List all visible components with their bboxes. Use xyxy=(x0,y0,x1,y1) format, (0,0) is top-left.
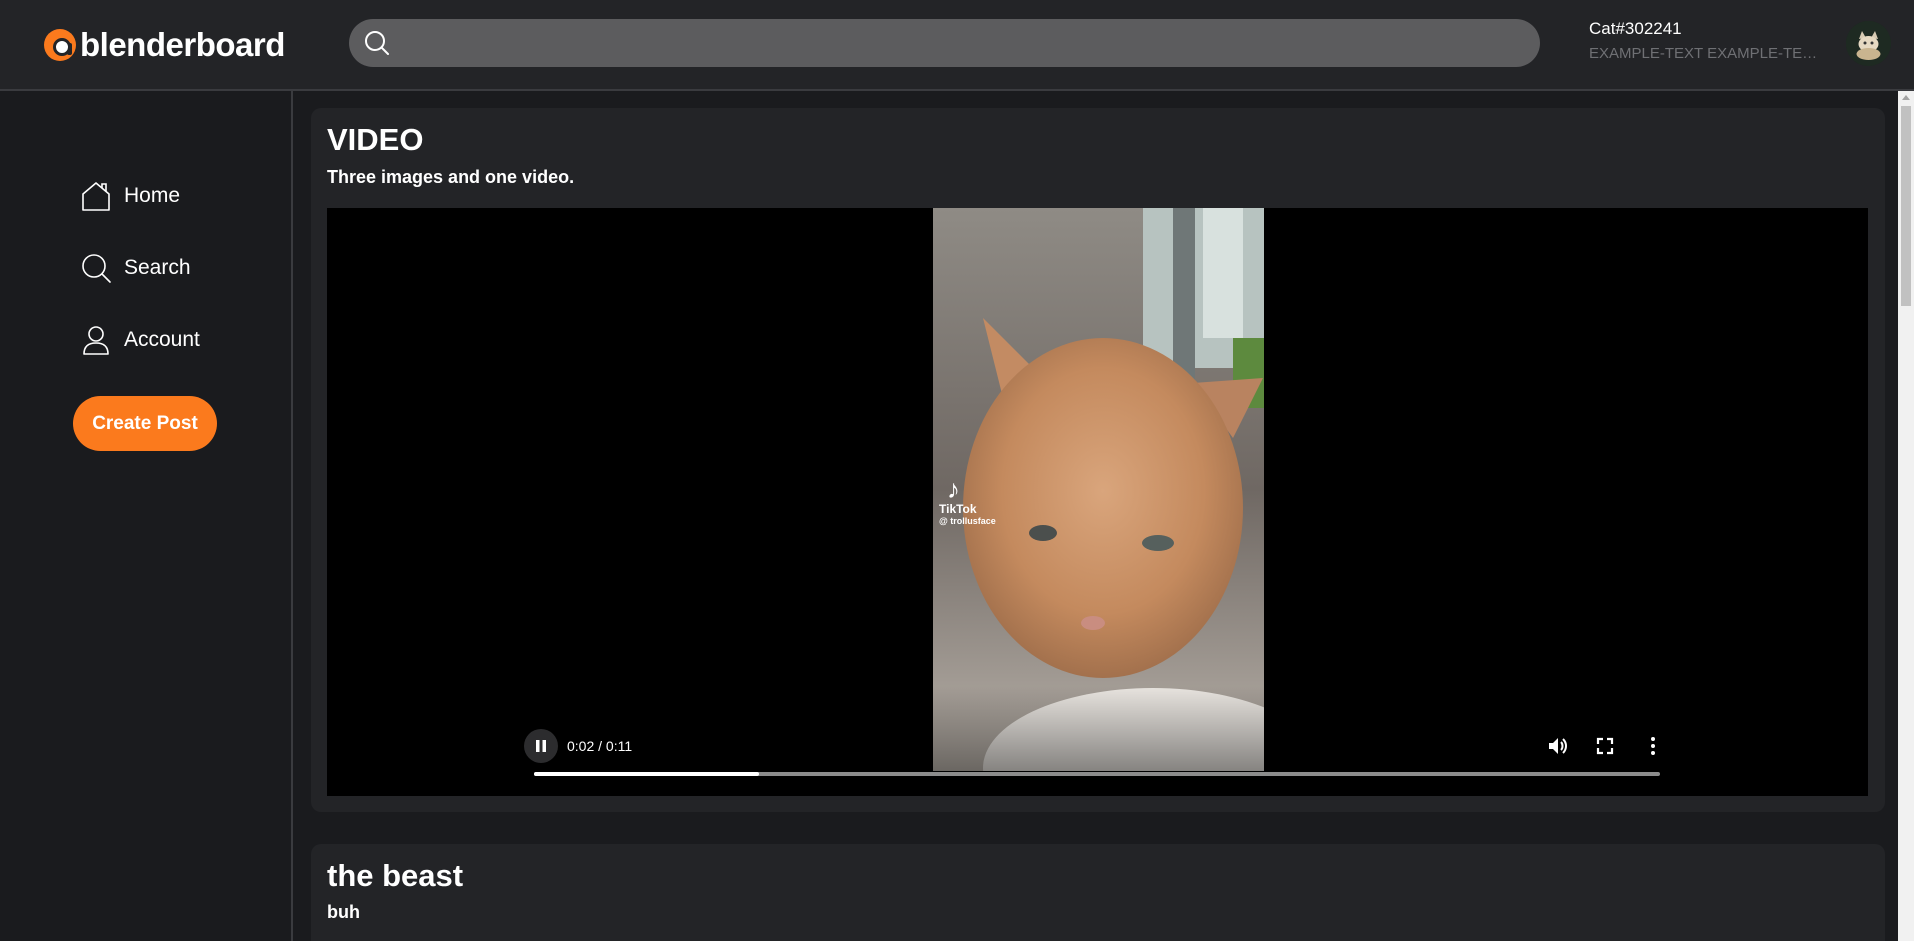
search-input[interactable] xyxy=(405,19,1525,67)
search-icon xyxy=(80,252,112,284)
user-name: Cat#302241 xyxy=(1589,19,1682,38)
controls-overlay xyxy=(327,686,1868,796)
sidebar-item-account[interactable]: Account xyxy=(80,320,200,360)
post-card: the beast buh xyxy=(311,844,1885,941)
watermark-handle: @ trollusface xyxy=(939,516,996,526)
volume-icon[interactable] xyxy=(1545,734,1569,758)
watermark-name: TikTok xyxy=(939,502,977,516)
sidebar-item-label: Account xyxy=(124,328,200,351)
search-icon xyxy=(363,29,391,62)
tiktok-watermark: ♪ TikTok @ trollusface xyxy=(939,476,996,526)
scroll-up-arrow-icon[interactable] xyxy=(1902,95,1910,100)
tiktok-logo-icon: ♪ xyxy=(947,474,960,504)
avatar[interactable] xyxy=(1846,21,1891,66)
progress-fill xyxy=(534,772,760,776)
more-options-icon[interactable] xyxy=(1641,734,1665,758)
main-feed: VIDEO Three images and one video. ♪ TikT… xyxy=(295,91,1898,941)
user-info[interactable]: Cat#302241 EXAMPLE-TEXT EXAMPLE-TEXT xyxy=(1589,19,1819,62)
logo-text: blenderboard xyxy=(80,26,285,63)
fullscreen-icon[interactable] xyxy=(1593,734,1617,758)
scrollbar[interactable] xyxy=(1898,91,1914,941)
search-bar[interactable] xyxy=(349,19,1540,67)
pause-icon xyxy=(536,740,546,752)
post-subtitle: buh xyxy=(327,902,360,922)
top-bar: blenderboard Cat#302241 EXAMPLE-TEXT EXA… xyxy=(0,0,1914,91)
create-post-button[interactable]: Create Post xyxy=(73,396,217,451)
sidebar-item-label: Home xyxy=(124,184,181,207)
scroll-thumb[interactable] xyxy=(1901,106,1911,306)
user-icon xyxy=(80,324,112,356)
home-icon xyxy=(80,180,112,212)
sidebar-item-label: Search xyxy=(124,256,191,279)
post-title: VIDEO xyxy=(327,122,424,157)
logo-icon xyxy=(44,29,76,61)
post-card: VIDEO Three images and one video. ♪ TikT… xyxy=(311,108,1885,812)
progress-bar[interactable] xyxy=(534,772,1660,776)
post-subtitle: Three images and one video. xyxy=(327,167,575,187)
video-player[interactable]: ♪ TikTok @ trollusface 0:02 / 0:11 xyxy=(327,208,1868,796)
sidebar-item-search[interactable]: Search xyxy=(80,248,191,288)
time-display: 0:02 / 0:11 xyxy=(567,738,633,754)
logo[interactable]: blenderboard xyxy=(44,25,285,65)
sidebar-item-home[interactable]: Home xyxy=(80,176,180,216)
post-title: the beast xyxy=(327,858,464,893)
pause-button[interactable] xyxy=(524,729,558,763)
sidebar: Home Search Account Create Post xyxy=(0,91,293,941)
user-bio: EXAMPLE-TEXT EXAMPLE-TEXT xyxy=(1589,45,1819,62)
